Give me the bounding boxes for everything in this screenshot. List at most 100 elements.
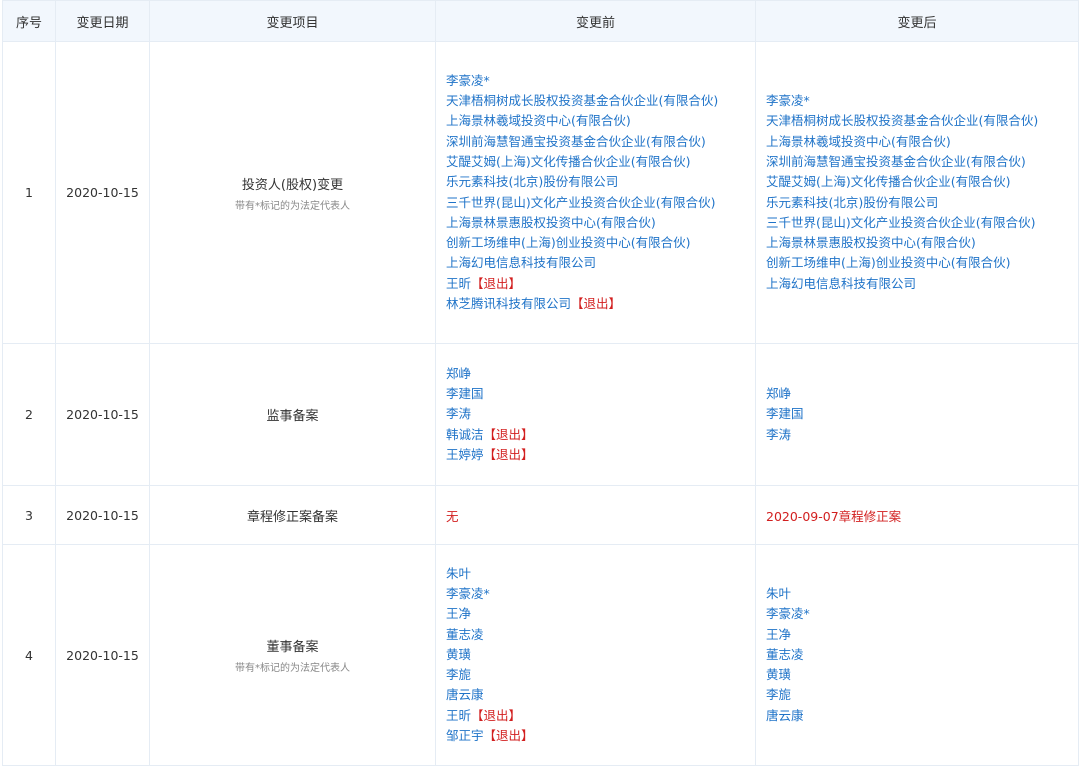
list-item[interactable]: 郑峥 xyxy=(766,384,1068,404)
list-item[interactable]: 黄璜 xyxy=(766,665,1068,685)
entity-name[interactable]: 朱叶 xyxy=(446,566,471,581)
list-item[interactable]: 李建国 xyxy=(766,404,1068,424)
entity-name[interactable]: 艾醍艾姆(上海)文化传播合伙企业(有限合伙) xyxy=(446,154,691,169)
entity-name[interactable]: 深圳前海慧智通宝投资基金合伙企业(有限合伙) xyxy=(766,154,1026,169)
list-item[interactable]: 黄璜 xyxy=(446,645,745,665)
list-item[interactable]: 韩诚洁【退出】 xyxy=(446,425,745,445)
list-item[interactable]: 王婷婷【退出】 xyxy=(446,445,745,465)
exit-badge: 【退出】 xyxy=(571,295,622,311)
entity-name[interactable]: 李建国 xyxy=(766,406,804,421)
after-cell: 2020-09-07章程修正案 xyxy=(755,485,1079,545)
entity-name[interactable]: 朱叶 xyxy=(766,586,791,601)
entity-name[interactable]: 上海景林景惠股权投资中心(有限合伙) xyxy=(766,235,976,250)
row-index: 4 xyxy=(2,544,56,766)
entity-name[interactable]: 深圳前海慧智通宝投资基金合伙企业(有限合伙) xyxy=(446,134,706,149)
entity-name[interactable]: 创新工场维申(上海)创业投资中心(有限合伙) xyxy=(446,235,691,250)
entity-name[interactable]: 董志凌 xyxy=(766,647,804,662)
entity-name[interactable]: 李旎 xyxy=(766,687,791,702)
entity-name[interactable]: 王净 xyxy=(766,627,791,642)
list-item[interactable]: 董志凌 xyxy=(766,645,1068,665)
entity-name[interactable]: 创新工场维申(上海)创业投资中心(有限合伙) xyxy=(766,255,1011,270)
list-item[interactable]: 王昕【退出】 xyxy=(446,706,745,726)
list-item[interactable]: 朱叶 xyxy=(766,584,1068,604)
list-item[interactable]: 王昕【退出】 xyxy=(446,274,745,294)
list-item[interactable]: 三千世界(昆山)文化产业投资合伙企业(有限合伙) xyxy=(766,213,1068,233)
entity-name[interactable]: 郑峥 xyxy=(766,386,791,401)
list-item[interactable]: 李豪凌* xyxy=(766,91,1068,111)
list-item[interactable]: 王净 xyxy=(446,604,745,624)
entity-name[interactable]: 王昕 xyxy=(446,708,471,723)
list-item[interactable]: 上海幻电信息科技有限公司 xyxy=(766,274,1068,294)
list-item[interactable]: 艾醍艾姆(上海)文化传播合伙企业(有限合伙) xyxy=(766,172,1068,192)
list-item[interactable]: 创新工场维申(上海)创业投资中心(有限合伙) xyxy=(446,233,745,253)
list-item[interactable]: 郑峥 xyxy=(446,364,745,384)
list-item[interactable]: 李旎 xyxy=(766,685,1068,705)
list-item[interactable]: 李旎 xyxy=(446,665,745,685)
entity-name[interactable]: 李建国 xyxy=(446,386,484,401)
list-item[interactable]: 李涛 xyxy=(766,425,1068,445)
change-record-table: 序号 变更日期 变更项目 变更前 变更后 1 2020-10-15 投资人(股权… xyxy=(2,0,1079,766)
entity-name[interactable]: 林芝腾讯科技有限公司 xyxy=(446,296,571,311)
list-item[interactable]: 上海景林羲域投资中心(有限合伙) xyxy=(766,132,1068,152)
before-text: 无 xyxy=(446,508,459,524)
entity-name[interactable]: 王婷婷 xyxy=(446,447,484,462)
entity-name[interactable]: 乐元素科技(北京)股份有限公司 xyxy=(766,195,938,210)
entity-name[interactable]: 邹正宇 xyxy=(446,728,484,743)
list-item[interactable]: 上海景林羲域投资中心(有限合伙) xyxy=(446,111,745,131)
list-item[interactable]: 艾醍艾姆(上海)文化传播合伙企业(有限合伙) xyxy=(446,152,745,172)
entity-name[interactable]: 上海幻电信息科技有限公司 xyxy=(446,255,596,270)
list-item[interactable]: 李涛 xyxy=(446,404,745,424)
entity-name[interactable]: 三千世界(昆山)文化产业投资合伙企业(有限合伙) xyxy=(766,215,1036,230)
list-item[interactable]: 林芝腾讯科技有限公司【退出】 xyxy=(446,294,745,314)
entity-name[interactable]: 天津梧桐树成长股权投资基金合伙企业(有限合伙) xyxy=(446,93,718,108)
list-item[interactable]: 天津梧桐树成长股权投资基金合伙企业(有限合伙) xyxy=(446,91,745,111)
entity-name[interactable]: 董志凌 xyxy=(446,627,484,642)
list-item[interactable]: 乐元素科技(北京)股份有限公司 xyxy=(446,172,745,192)
entity-name[interactable]: 李豪凌* xyxy=(446,73,490,88)
list-item[interactable]: 乐元素科技(北京)股份有限公司 xyxy=(766,193,1068,213)
list-item[interactable]: 王净 xyxy=(766,625,1068,645)
entity-name[interactable]: 王净 xyxy=(446,606,471,621)
entity-name[interactable]: 韩诚洁 xyxy=(446,427,484,442)
list-item[interactable]: 李豪凌* xyxy=(446,584,745,604)
entity-name[interactable]: 李涛 xyxy=(446,406,471,421)
entity-name[interactable]: 李旎 xyxy=(446,667,471,682)
list-item[interactable]: 创新工场维申(上海)创业投资中心(有限合伙) xyxy=(766,253,1068,273)
list-item[interactable]: 上海景林景惠股权投资中心(有限合伙) xyxy=(446,213,745,233)
list-item[interactable]: 李豪凌* xyxy=(766,604,1068,624)
entity-name[interactable]: 艾醍艾姆(上海)文化传播合伙企业(有限合伙) xyxy=(766,174,1011,189)
entity-name[interactable]: 李豪凌* xyxy=(766,93,810,108)
entity-name[interactable]: 唐云康 xyxy=(446,687,484,702)
list-item[interactable]: 李建国 xyxy=(446,384,745,404)
list-item[interactable]: 三千世界(昆山)文化产业投资合伙企业(有限合伙) xyxy=(446,193,745,213)
table-row: 1 2020-10-15 投资人(股权)变更 带有*标记的为法定代表人 李豪凌*… xyxy=(2,41,1079,344)
list-item[interactable]: 天津梧桐树成长股权投资基金合伙企业(有限合伙) xyxy=(766,111,1068,131)
list-item[interactable]: 李豪凌* xyxy=(446,71,745,91)
entity-name[interactable]: 李豪凌* xyxy=(446,586,490,601)
list-item[interactable]: 深圳前海慧智通宝投资基金合伙企业(有限合伙) xyxy=(766,152,1068,172)
entity-name[interactable]: 上海景林羲域投资中心(有限合伙) xyxy=(766,134,951,149)
list-item[interactable]: 邹正宇【退出】 xyxy=(446,726,745,746)
entity-name[interactable]: 三千世界(昆山)文化产业投资合伙企业(有限合伙) xyxy=(446,195,716,210)
entity-name[interactable]: 唐云康 xyxy=(766,708,804,723)
entity-name[interactable]: 王昕 xyxy=(446,276,471,291)
list-item[interactable]: 唐云康 xyxy=(446,685,745,705)
entity-name[interactable]: 李涛 xyxy=(766,427,791,442)
entity-name[interactable]: 上海景林景惠股权投资中心(有限合伙) xyxy=(446,215,656,230)
entity-name[interactable]: 李豪凌* xyxy=(766,606,810,621)
entity-name[interactable]: 郑峥 xyxy=(446,366,471,381)
entity-name[interactable]: 黄璜 xyxy=(766,667,791,682)
after-text[interactable]: 2020-09-07章程修正案 xyxy=(766,509,901,524)
entity-name[interactable]: 乐元素科技(北京)股份有限公司 xyxy=(446,174,618,189)
row-date: 2020-10-15 xyxy=(55,41,150,344)
list-item[interactable]: 上海景林景惠股权投资中心(有限合伙) xyxy=(766,233,1068,253)
list-item[interactable]: 董志凌 xyxy=(446,625,745,645)
entity-name[interactable]: 黄璜 xyxy=(446,647,471,662)
list-item[interactable]: 深圳前海慧智通宝投资基金合伙企业(有限合伙) xyxy=(446,132,745,152)
entity-name[interactable]: 上海幻电信息科技有限公司 xyxy=(766,276,916,291)
entity-name[interactable]: 天津梧桐树成长股权投资基金合伙企业(有限合伙) xyxy=(766,113,1038,128)
list-item[interactable]: 上海幻电信息科技有限公司 xyxy=(446,253,745,273)
entity-name[interactable]: 上海景林羲域投资中心(有限合伙) xyxy=(446,113,631,128)
list-item[interactable]: 朱叶 xyxy=(446,564,745,584)
list-item[interactable]: 唐云康 xyxy=(766,706,1068,726)
